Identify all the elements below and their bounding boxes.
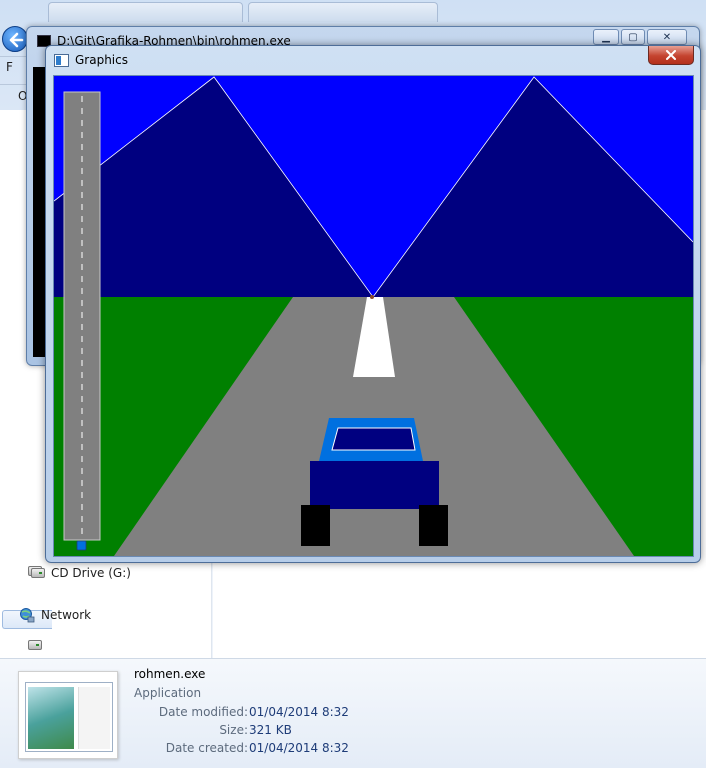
graphics-window-title: Graphics [75,53,128,67]
maximize-button[interactable]: ▢ [621,29,645,45]
detail-value: 321 KB [249,723,292,737]
close-icon: ✕ [662,31,672,43]
divider [0,84,26,85]
divider [0,56,26,57]
nav-item-network[interactable]: Network [19,607,91,623]
detail-file-name: rohmen.exe [134,667,206,681]
graphics-window[interactable]: Graphics [45,45,701,563]
minimize-icon: ▁ [602,31,610,43]
cd-drive-icon [31,568,45,578]
detail-value: 01/04/2014 8:32 [249,705,349,719]
back-button[interactable] [2,26,28,52]
menu-item-file[interactable]: F [6,60,13,74]
drive-icon [28,640,42,650]
window-app-icon [54,54,69,67]
game-canvas[interactable] [53,75,694,557]
detail-key: Size: [219,723,248,737]
close-icon [666,50,676,60]
detail-value: 01/04/2014 8:32 [249,741,349,755]
car-body [310,461,439,509]
game-scene [54,76,693,556]
console-close-button[interactable]: ✕ [647,29,687,45]
back-arrow-icon [9,32,24,48]
nav-item-drive[interactable] [28,640,42,650]
car-wheel-left [301,505,330,546]
details-pane: rohmen.exe Application Date modified: 01… [0,658,706,768]
progress-marker [76,540,87,551]
close-button[interactable] [648,46,694,65]
network-icon [19,607,35,623]
detail-file-type: Application [134,686,202,700]
browser-tab[interactable] [248,2,438,22]
detail-key: Date modified: [158,705,248,719]
detail-key: Date created: [165,741,248,755]
car-wheel-right [419,505,448,546]
car-window [331,427,416,451]
nav-item-cd-drive[interactable]: CD Drive (G:) [31,566,131,580]
maximize-icon: ▢ [628,31,638,43]
nav-item-label: CD Drive (G:) [51,566,131,580]
minimize-button[interactable]: ▁ [593,29,619,45]
horizon-point [370,295,374,299]
file-thumbnail-icon [18,671,118,759]
nav-item-label: Network [41,608,92,622]
browser-tab[interactable] [48,2,243,22]
